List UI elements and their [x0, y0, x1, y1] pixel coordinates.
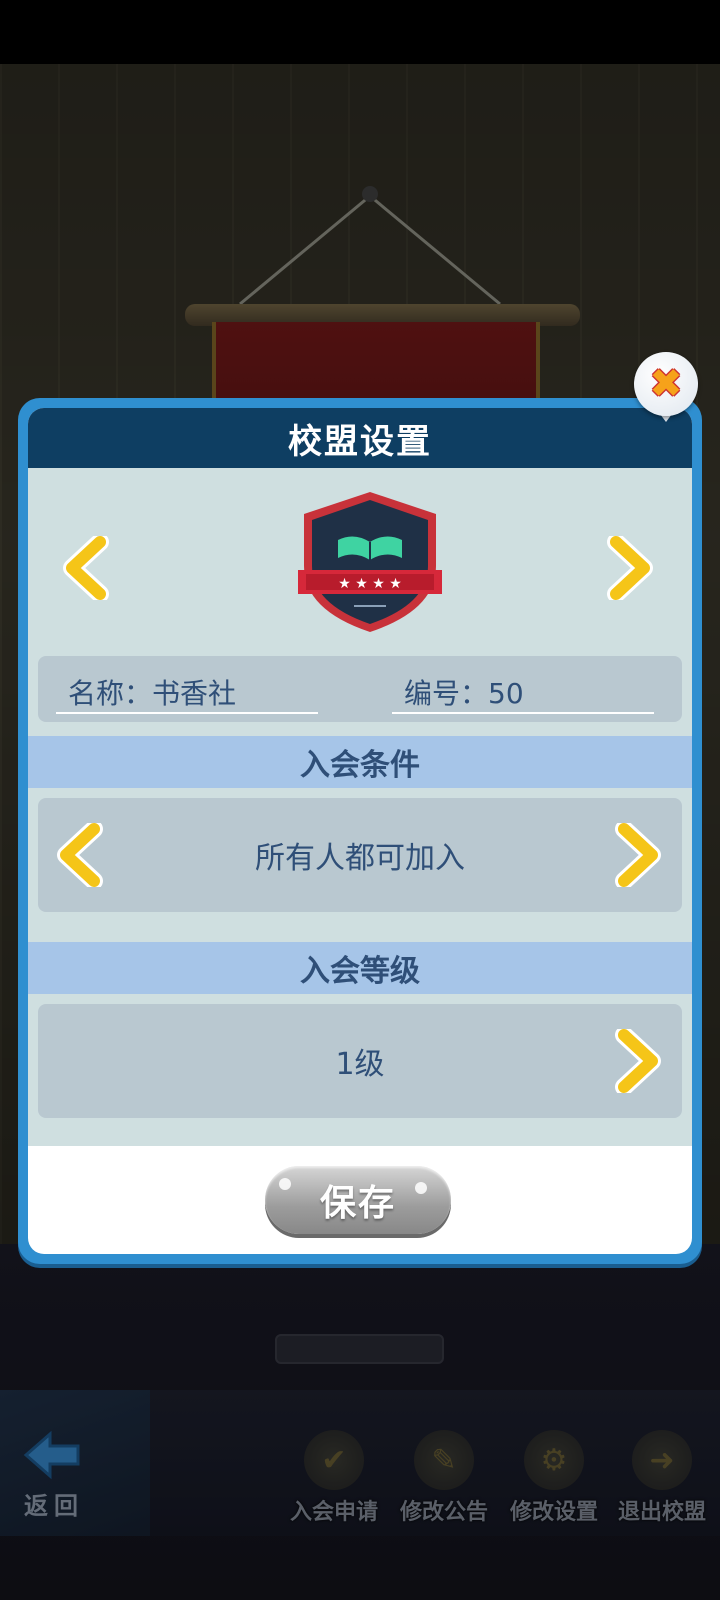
- status-bar: [0, 0, 720, 64]
- alliance-settings-dialog: 校盟设置 ★ ★ ★ ★ 名称：书香社 编号：50 入会条件 所有人都可加入 入…: [18, 398, 702, 1264]
- alliance-id: 编号：50: [404, 677, 524, 710]
- join-condition-next-button[interactable]: [614, 823, 662, 887]
- join-condition-value: 所有人都可加入: [255, 841, 465, 876]
- dialog-title: 校盟设置: [288, 421, 432, 462]
- join-condition-selector: 所有人都可加入: [38, 798, 682, 912]
- save-label: 保存: [319, 1183, 396, 1224]
- emblem-next-button[interactable]: [606, 536, 654, 600]
- join-level-value: 1级: [335, 1047, 385, 1082]
- alliance-emblem: ★ ★ ★ ★: [298, 492, 442, 632]
- dialog-header: 校盟设置: [28, 408, 692, 468]
- svg-text:★ ★ ★ ★: ★ ★ ★ ★: [338, 576, 402, 592]
- close-icon: ✖: [649, 361, 683, 407]
- join-level-next-button[interactable]: [614, 1029, 662, 1093]
- emblem-prev-button[interactable]: [62, 536, 110, 600]
- join-level-header: 入会等级: [28, 942, 692, 994]
- dialog-body: ★ ★ ★ ★ 名称：书香社 编号：50 入会条件 所有人都可加入 入会等级 1…: [28, 468, 692, 1146]
- close-button[interactable]: ✖: [634, 352, 698, 424]
- alliance-name: 名称：书香社: [68, 677, 237, 710]
- join-condition-header: 入会条件: [28, 736, 692, 788]
- alliance-info-row: 名称：书香社 编号：50: [38, 656, 682, 722]
- save-button[interactable]: 保存: [265, 1166, 451, 1234]
- join-level-selector: 1级: [38, 1004, 682, 1118]
- join-condition-prev-button[interactable]: [56, 823, 104, 887]
